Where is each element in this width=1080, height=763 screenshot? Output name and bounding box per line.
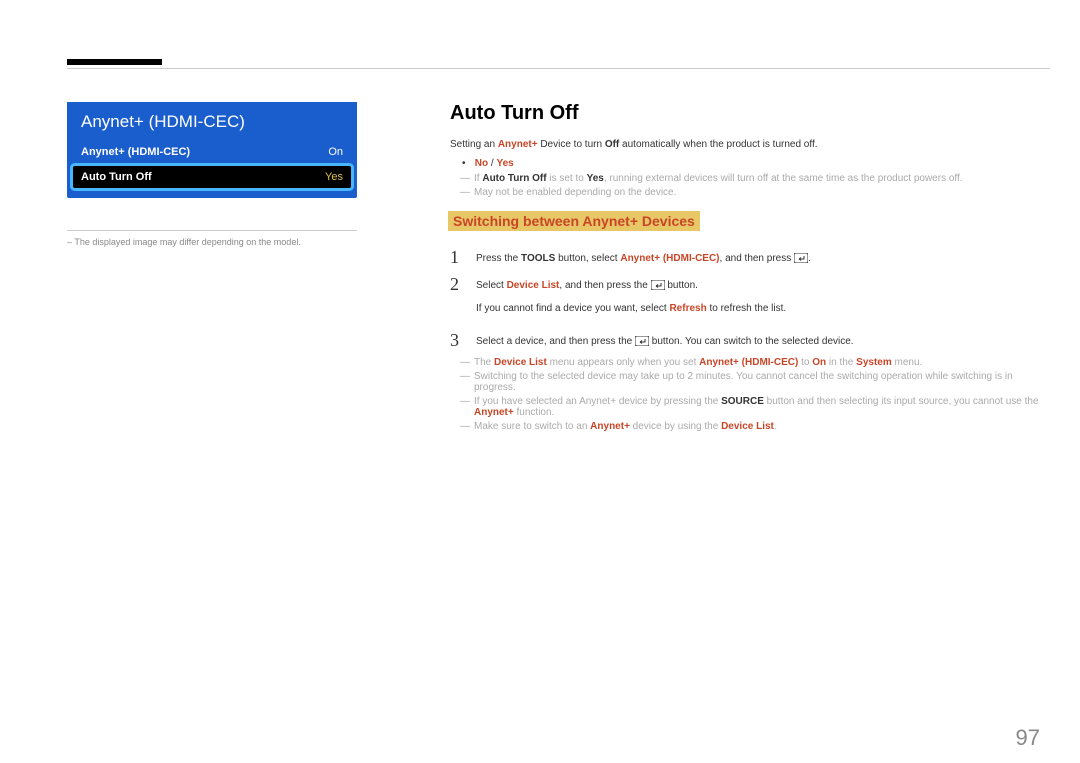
options-no-yes: • No / Yes xyxy=(450,158,1040,169)
t: On xyxy=(812,357,826,368)
t: System xyxy=(856,357,892,368)
t: May not be enabled depending on the devi… xyxy=(474,187,1040,198)
t: Yes xyxy=(587,173,604,184)
t: . xyxy=(774,421,777,432)
t: TOOLS xyxy=(521,253,555,264)
left-divider xyxy=(67,230,357,231)
t: to xyxy=(798,357,812,368)
t: Select xyxy=(476,280,507,291)
left-column: Anynet+ (HDMI-CEC) Anynet+ (HDMI-CEC) On… xyxy=(67,102,357,247)
osd-row-ato-value: Yes xyxy=(325,171,343,183)
t: Device to turn xyxy=(538,139,605,150)
note-may-not-enabled: ― May not be enabled depending on the de… xyxy=(460,187,1040,198)
t: automatically when the product is turned… xyxy=(619,139,817,150)
t: menu appears only when you set xyxy=(547,357,699,368)
subsection-heading: Switching between Anynet+ Devices xyxy=(448,211,700,231)
t: . xyxy=(808,253,811,264)
t: to refresh the list. xyxy=(707,303,786,314)
note-source-limitation: ― If you have selected an Anynet+ device… xyxy=(460,396,1040,418)
step-2: 2 Select Device List, and then press the… xyxy=(450,274,1040,324)
t: button. You can switch to the selected d… xyxy=(652,336,854,347)
note-device-list-on: ― The Device List menu appears only when… xyxy=(460,357,1040,368)
step-1: 1 Press the TOOLS button, select Anynet+… xyxy=(450,247,1040,268)
t: If you have selected an Anynet+ device b… xyxy=(474,396,721,407)
t: button. xyxy=(667,280,698,291)
t: is set to xyxy=(547,173,587,184)
enter-icon xyxy=(651,280,665,290)
t: Anynet+ xyxy=(474,407,514,418)
note-switch-time: ― Switching to the selected device may t… xyxy=(460,371,1040,393)
t: function. xyxy=(514,407,555,418)
t: device by using the xyxy=(630,421,721,432)
osd-row-ato-label: Auto Turn Off xyxy=(81,171,152,183)
osd-row-auto-turn-off[interactable]: Auto Turn Off Yes xyxy=(73,166,351,188)
t: Anynet+ xyxy=(498,139,538,150)
option-no: No xyxy=(475,158,488,169)
osd-menu-box: Anynet+ (HDMI-CEC) Anynet+ (HDMI-CEC) On… xyxy=(67,102,357,198)
step-number: 3 xyxy=(450,330,476,351)
t: , and then press the xyxy=(559,280,650,291)
t: Device List xyxy=(507,280,560,291)
osd-row-anynet[interactable]: Anynet+ (HDMI-CEC) On xyxy=(67,140,357,164)
t: Off xyxy=(605,139,619,150)
t: Refresh xyxy=(669,303,706,314)
t: Anynet+ (HDMI-CEC) xyxy=(620,253,719,264)
note-ato-yes: ― If Auto Turn Off is set to Yes, runnin… xyxy=(460,173,1040,184)
t: Device List xyxy=(494,357,547,368)
step-number: 1 xyxy=(450,247,476,268)
t: Switching to the selected device may tak… xyxy=(474,371,1040,393)
t: button, select xyxy=(555,253,620,264)
t: Press the xyxy=(476,253,521,264)
t: The xyxy=(474,357,494,368)
image-disclaimer: The displayed image may differ depending… xyxy=(67,237,357,247)
osd-row-anynet-label: Anynet+ (HDMI-CEC) xyxy=(81,146,190,158)
t: Auto Turn Off xyxy=(482,173,546,184)
note-use-device-list: ― Make sure to switch to an Anynet+ devi… xyxy=(460,421,1040,432)
page-number: 97 xyxy=(1016,725,1040,751)
header-thick-rule xyxy=(67,59,162,65)
t: button and then selecting its input sour… xyxy=(764,396,1039,407)
t: SOURCE xyxy=(721,396,764,407)
osd-row-anynet-value: On xyxy=(328,146,343,158)
t: in the xyxy=(826,357,856,368)
t: menu. xyxy=(892,357,923,368)
t: , and then press xyxy=(720,253,795,264)
t: Make sure to switch to an xyxy=(474,421,590,432)
step-number: 2 xyxy=(450,274,476,324)
header-thin-rule xyxy=(67,68,1050,69)
t: Device List xyxy=(721,421,774,432)
section-heading: Auto Turn Off xyxy=(450,102,1040,125)
t: Anynet+ (HDMI-CEC) xyxy=(699,357,798,368)
osd-menu-title: Anynet+ (HDMI-CEC) xyxy=(67,102,357,140)
intro-text: Setting an Anynet+ Device to turn Off au… xyxy=(450,137,1040,152)
t: Setting an xyxy=(450,139,498,150)
option-yes: Yes xyxy=(496,158,513,169)
t: Select a device, and then press the xyxy=(476,336,635,347)
content-column: Auto Turn Off Setting an Anynet+ Device … xyxy=(450,102,1040,435)
t: If you cannot find a device you want, se… xyxy=(476,303,669,314)
t: , running external devices will turn off… xyxy=(604,173,963,184)
enter-icon xyxy=(635,336,649,346)
t: Anynet+ xyxy=(590,421,630,432)
step-3: 3 Select a device, and then press the bu… xyxy=(450,330,1040,351)
enter-icon xyxy=(794,253,808,263)
